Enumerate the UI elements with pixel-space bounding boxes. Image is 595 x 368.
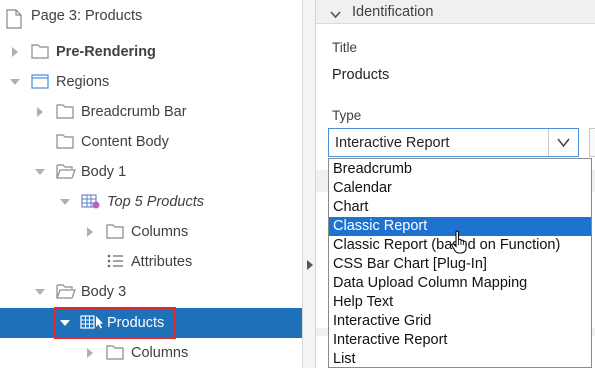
tree-node-label: Body 1 <box>81 164 127 180</box>
tree-node-attributes[interactable]: Attributes <box>0 247 302 277</box>
tree-node-top-5-products[interactable]: Top 5 Products <box>0 187 302 217</box>
tree-node-body-3[interactable]: Body 3 <box>0 277 302 307</box>
tree-node-pre-rendering[interactable]: Pre-Rendering <box>0 37 302 67</box>
panel-splitter[interactable] <box>302 0 316 368</box>
dropdown-option[interactable]: Data Upload Column Mapping <box>329 274 591 293</box>
section-header-identification[interactable]: Identification <box>316 0 595 24</box>
title-label: Title <box>332 40 358 55</box>
expand-arrow-icon[interactable] <box>34 106 46 118</box>
tree-node-regions[interactable]: Regions <box>0 67 302 97</box>
folder-icon <box>106 223 124 241</box>
chevron-down-icon[interactable] <box>330 6 341 24</box>
type-dropdown-list[interactable]: Breadcrumb Calendar Chart Classic Report… <box>328 158 592 368</box>
dropdown-option[interactable]: CSS Bar Chart [Plug-In] <box>329 255 591 274</box>
folder-icon <box>56 103 74 121</box>
dropdown-option[interactable]: List <box>329 350 591 367</box>
section-title: Identification <box>352 4 434 20</box>
folder-icon <box>56 133 74 151</box>
report-icon <box>81 193 100 211</box>
annotation-highlight-box <box>54 307 176 339</box>
tree-node-label: Top 5 Products <box>107 194 204 210</box>
title-field[interactable]: Products <box>332 67 389 83</box>
page-tree: Page 3: Products Pre-Rendering Regions B… <box>0 0 302 368</box>
regions-icon <box>31 73 49 91</box>
tree-node-label: Pre-Rendering <box>56 44 156 60</box>
chevron-down-icon[interactable] <box>548 129 578 156</box>
collapse-arrow-icon[interactable] <box>34 166 46 178</box>
tree-node-columns[interactable]: Columns <box>0 338 302 368</box>
dropdown-option[interactable]: Help Text <box>329 293 591 312</box>
folder-icon <box>31 43 49 61</box>
type-label: Type <box>332 108 362 123</box>
tree-node-content-body[interactable]: Content Body <box>0 127 302 157</box>
list-icon <box>106 253 124 271</box>
expand-arrow-icon[interactable] <box>84 226 96 238</box>
tree-node-label: Content Body <box>81 134 169 150</box>
dropdown-option[interactable]: Calendar <box>329 179 591 198</box>
tree-node-label: Columns <box>131 345 189 361</box>
type-select[interactable]: Interactive Report <box>328 128 579 157</box>
type-select-extra-button[interactable] <box>589 128 595 157</box>
collapse-arrow-icon[interactable] <box>59 196 71 208</box>
tree-node-label: Columns <box>131 224 189 240</box>
dropdown-option[interactable]: Breadcrumb <box>329 160 591 179</box>
page-icon <box>6 9 24 29</box>
tree-node-body-1[interactable]: Body 1 <box>0 157 302 187</box>
tree-node-page[interactable]: Page 3: Products <box>0 7 302 37</box>
hand-cursor-icon <box>451 230 467 254</box>
tree-node-label: Attributes <box>131 254 193 270</box>
folder-icon <box>106 344 124 362</box>
tree-node-columns[interactable]: Columns <box>0 217 302 247</box>
dropdown-option[interactable]: Interactive Report <box>329 331 591 350</box>
collapse-arrow-icon[interactable] <box>34 286 46 298</box>
type-select-value: Interactive Report <box>335 135 450 151</box>
expand-arrow-icon[interactable] <box>84 347 96 359</box>
dropdown-option[interactable]: Interactive Grid <box>329 312 591 331</box>
expand-arrow-icon[interactable] <box>9 46 21 58</box>
folder-open-icon <box>56 283 76 301</box>
splitter-arrow-icon[interactable] <box>307 257 313 275</box>
tree-node-breadcrumb-bar[interactable]: Breadcrumb Bar <box>0 97 302 127</box>
tree-node-label: Regions <box>56 74 110 90</box>
folder-open-icon <box>56 163 76 181</box>
tree-node-label: Page 3: Products <box>31 8 143 24</box>
collapse-arrow-icon[interactable] <box>9 76 21 88</box>
tree-node-label: Body 3 <box>81 284 127 300</box>
dropdown-option[interactable]: Chart <box>329 198 591 217</box>
tree-node-label: Breadcrumb Bar <box>81 104 187 120</box>
